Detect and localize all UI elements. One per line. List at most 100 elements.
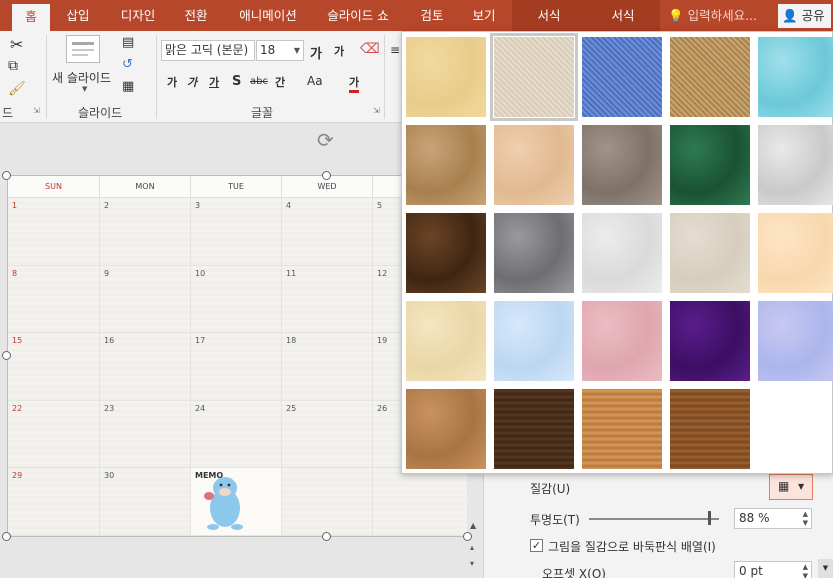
calendar-date: 24 [195,403,206,413]
calendar-cell: 25 [282,400,373,468]
share-button[interactable]: 👤 공유 [778,4,831,28]
resize-handle[interactable] [322,532,331,541]
texture-blue-tissue-paper[interactable] [494,301,574,381]
chevron-down-icon: ▼ [293,46,300,55]
calendar-date: 22 [12,403,23,413]
transparency-slider[interactable] [589,518,719,520]
calendar-date: 26 [377,403,388,413]
prev-slide-icon[interactable]: ▴ [470,543,474,552]
bullets-icon[interactable]: ≡ [390,43,400,57]
texture-white-marble[interactable] [758,125,833,205]
texture-fish-fossil[interactable] [494,125,574,205]
tab-insert[interactable]: 삽입 [58,0,98,31]
font-name-combo[interactable]: 맑은 고딕 (본문) [161,40,255,61]
texture-bouquet[interactable] [758,301,833,381]
calendar-date: 9 [104,268,110,278]
format-painter-icon[interactable]: 🖌 [8,81,26,97]
new-slide-icon[interactable] [66,35,100,63]
texture-papyrus[interactable] [406,37,486,117]
tab-review[interactable]: 검토 [412,0,452,31]
texture-green-marble[interactable] [670,125,750,205]
scroll-up-icon[interactable]: ▲ [470,521,476,530]
tab-slideshow[interactable]: 슬라이드 쇼 [318,0,398,31]
resize-handle[interactable] [2,532,11,541]
group-separator [46,35,47,119]
clear-formatting-icon[interactable]: ⌫ [360,41,380,57]
font-size-combo[interactable]: 18 ▼ [256,40,304,61]
resize-handle[interactable] [2,351,11,360]
calendar-cell [282,468,373,536]
cut-icon[interactable]: ✂ [10,35,23,54]
italic-button[interactable]: 가 [187,74,197,90]
resize-handle[interactable] [2,171,11,180]
change-case-button[interactable]: Aa [307,74,323,88]
calendar-cell: 11 [282,265,373,333]
tell-me-search[interactable]: 💡 입력하세요... [668,0,757,31]
texture-paper-bag[interactable] [406,125,486,205]
calendar-cell: 2 [100,198,191,266]
shadow-button[interactable]: S [232,74,241,89]
tab-design[interactable]: 디자인 [112,0,164,31]
slider-thumb[interactable] [708,511,711,525]
texture-sand[interactable] [582,125,662,205]
layout-icon[interactable]: ▤ [122,35,134,50]
texture-newsprint[interactable] [582,213,662,293]
calendar-cell: 4 [282,198,373,266]
calendar-day-header: MON [100,176,191,198]
spin-up-icon[interactable]: ▲ [803,510,808,519]
texture-purple-mesh[interactable] [670,301,750,381]
reset-icon[interactable]: ↺ [122,57,133,72]
texture-dropdown-button[interactable]: ▦ ▼ [769,474,813,500]
texture-water-droplets[interactable] [758,37,833,117]
shrink-font-button[interactable]: 가 [334,43,344,59]
texture-walnut[interactable] [494,389,574,469]
section-icon[interactable]: ▦ [122,79,134,94]
transparency-spinner[interactable]: 88 % ▲ ▼ [734,508,812,529]
rotate-handle-icon[interactable]: ⟳ [317,128,334,152]
spin-up-icon[interactable]: ▲ [803,563,808,572]
texture-pink-tissue-paper[interactable] [582,301,662,381]
texture-brown-marble[interactable] [406,213,486,293]
offset-x-spinner[interactable]: 0 pt ▲ ▼ [734,561,812,578]
offset-x-value: 0 pt [739,564,763,578]
texture-granite[interactable] [494,213,574,293]
font-color-button[interactable]: 가 [349,74,360,93]
group-separator [384,35,385,119]
lightbulb-icon: 💡 [668,8,684,23]
tab-home[interactable]: 홈 [12,4,50,31]
texture-woven-mat[interactable] [670,37,750,117]
texture-stationery[interactable] [406,301,486,381]
new-slide-button[interactable]: 새 슬라이드 [52,69,111,86]
tab-format-1[interactable]: 서식 [512,0,586,31]
calendar-day-header: TUE [191,176,282,198]
pane-scroll-down-icon[interactable]: ▼ [818,559,833,578]
grow-font-button[interactable]: 가 [310,43,322,62]
texture-cork[interactable] [406,389,486,469]
tab-view[interactable]: 보기 [464,0,504,31]
texture-oak[interactable] [582,389,662,469]
chevron-down-icon[interactable]: ▼ [82,85,87,93]
tab-format-2[interactable]: 서식 [586,0,660,31]
texture-recycled-paper[interactable] [670,213,750,293]
transparency-label: 투명도(T) [530,513,580,527]
texture-medium-wood[interactable] [670,389,750,469]
resize-handle[interactable] [322,171,331,180]
texture-denim[interactable] [582,37,662,117]
slide-canvas[interactable]: SUN MON TUE WED 1 2 3 4 5 8 9 10 11 12 15 16 17 18 19 22 23 2… [7,175,468,537]
bold-button[interactable]: 가 [167,74,177,90]
resize-handle[interactable] [463,532,472,541]
copy-icon[interactable]: ⧉ [8,58,18,74]
strikethrough-button[interactable]: abc [250,76,268,87]
dialog-launcher-icon[interactable]: ⇲ [33,106,40,115]
tab-transitions[interactable]: 전환 [176,0,216,31]
underline-button[interactable]: 가 [209,74,219,90]
char-spacing-button[interactable]: 간 [275,74,285,90]
texture-parchment[interactable] [758,213,833,293]
texture-canvas[interactable] [490,33,578,121]
tab-animations[interactable]: 애니메이션 [232,0,304,31]
next-slide-icon[interactable]: ▾ [470,559,474,568]
spin-down-icon[interactable]: ▼ [803,572,808,578]
dialog-launcher-icon[interactable]: ⇲ [373,106,380,115]
spin-down-icon[interactable]: ▼ [803,519,808,528]
tile-checkbox[interactable]: ✓ [530,539,543,552]
